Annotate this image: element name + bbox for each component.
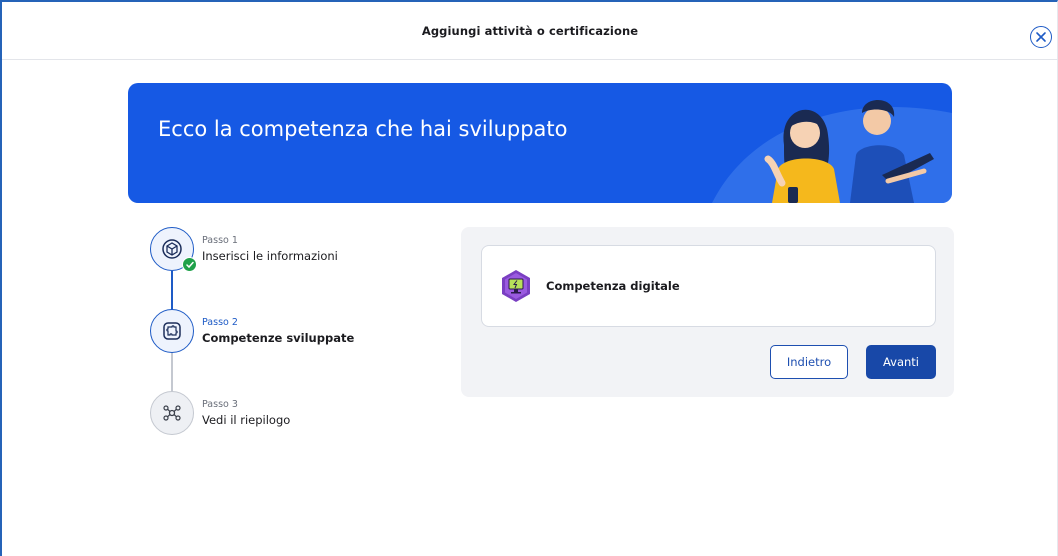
hero-banner: Ecco la competenza che hai sviluppato xyxy=(128,83,952,203)
step-1[interactable]: Passo 1 Inserisci le informazioni xyxy=(150,227,338,272)
close-button[interactable] xyxy=(1030,26,1052,48)
digital-competence-badge-icon xyxy=(502,270,530,302)
step-2[interactable]: Passo 2 Competenze sviluppate xyxy=(150,309,354,353)
step-1-circle xyxy=(150,227,197,272)
competence-card[interactable]: Competenza digitale xyxy=(481,245,936,327)
modal-header: Aggiungi attività o certificazione xyxy=(2,2,1058,60)
modal-title: Aggiungi attività o certificazione xyxy=(421,23,639,38)
step-1-label: Passo 1 xyxy=(202,235,238,246)
step-2-circle xyxy=(150,309,194,353)
step-3[interactable]: Passo 3 Vedi il riepilogo xyxy=(150,391,290,435)
banner-title: Ecco la competenza che hai sviluppato xyxy=(158,117,568,141)
back-button[interactable]: Indietro xyxy=(770,345,848,379)
next-button[interactable]: Avanti xyxy=(866,345,936,379)
step-1-name: Inserisci le informazioni xyxy=(202,249,338,263)
step-3-label: Passo 3 xyxy=(202,399,238,410)
cube-icon xyxy=(162,239,182,259)
modal-dialog: Aggiungi attività o certificazione Ecco … xyxy=(0,0,1058,556)
step-connector-2 xyxy=(171,351,173,395)
network-icon xyxy=(163,405,181,421)
step-2-name: Competenze sviluppate xyxy=(202,331,355,345)
people-illustration-icon xyxy=(712,99,952,203)
close-icon xyxy=(1036,32,1046,42)
step-3-circle xyxy=(150,391,194,435)
puzzle-icon xyxy=(163,322,181,340)
progress-stepper: Passo 1 Inserisci le informazioni Passo … xyxy=(150,227,450,447)
step-2-label: Passo 2 xyxy=(202,317,238,328)
competence-panel: Competenza digitale Indietro Avanti xyxy=(461,227,954,397)
competence-title: Competenza digitale xyxy=(546,279,680,293)
completed-check-icon xyxy=(182,257,197,272)
step-3-name: Vedi il riepilogo xyxy=(202,413,291,427)
